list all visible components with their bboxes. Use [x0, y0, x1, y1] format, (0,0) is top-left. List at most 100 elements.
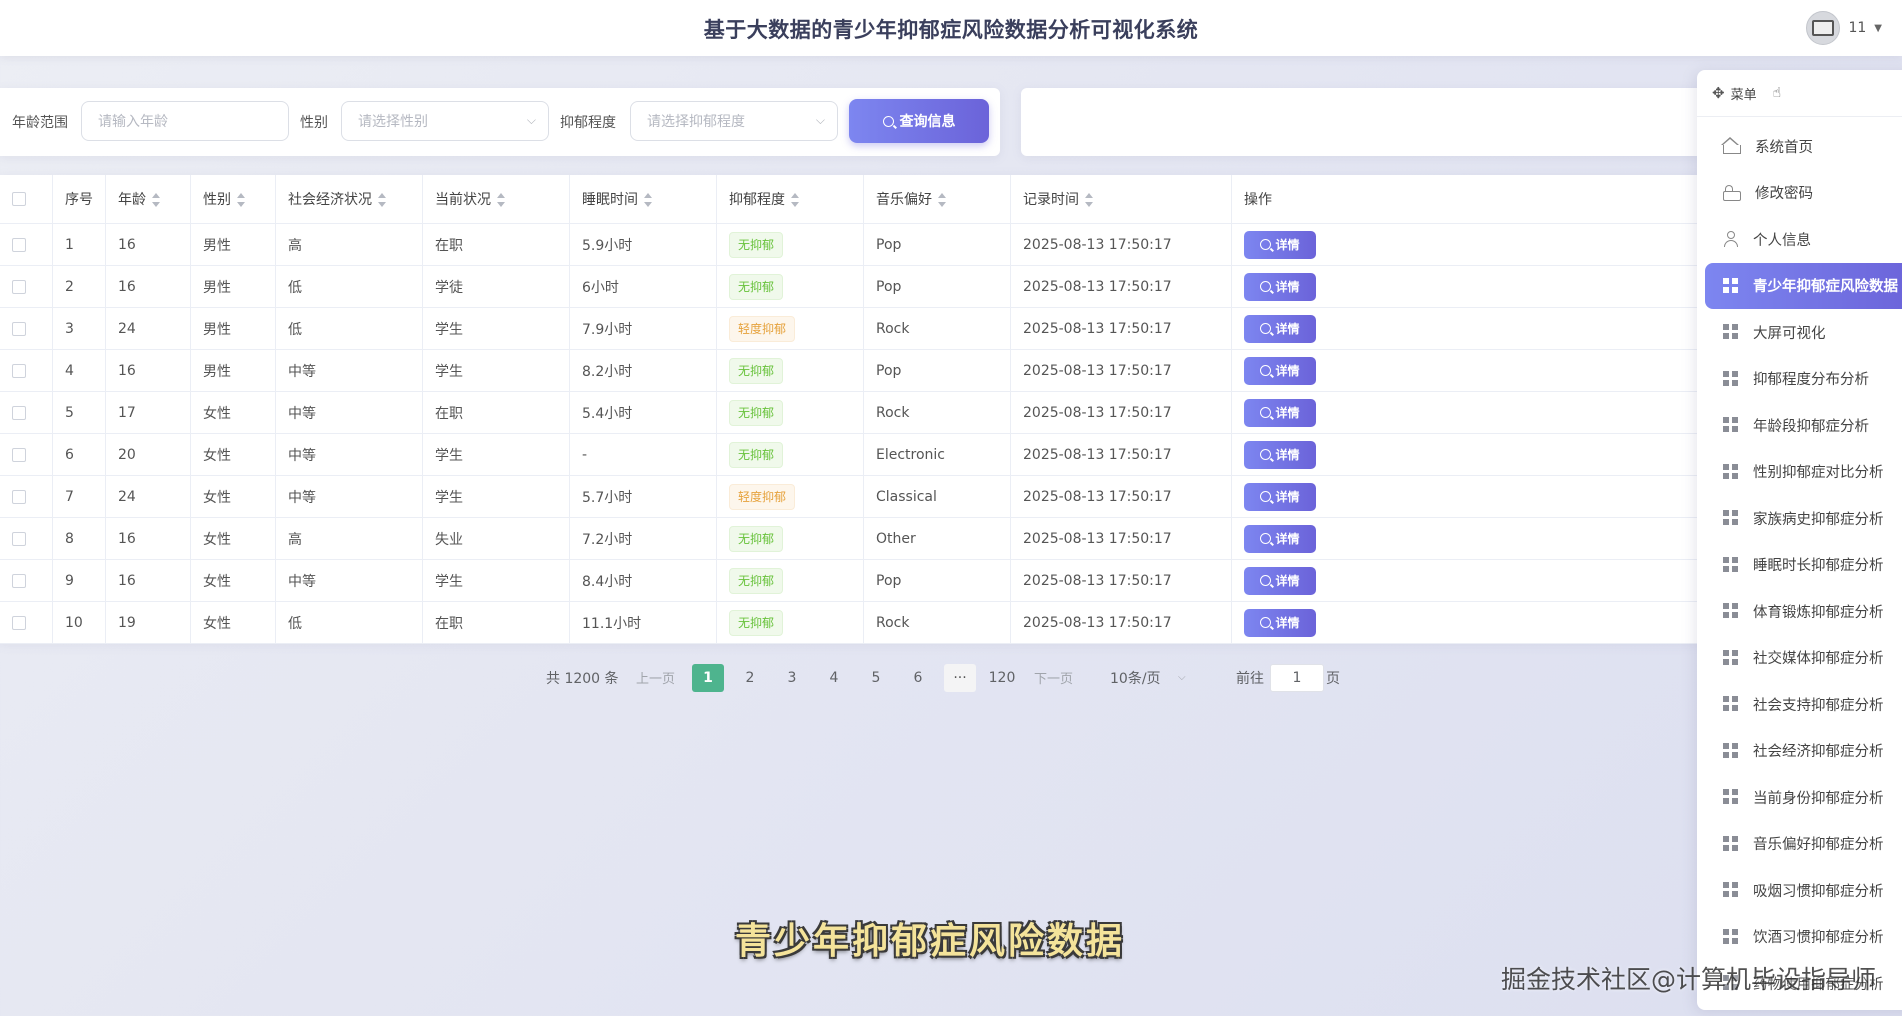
cell-no-text: 1 [65, 236, 74, 253]
sort-icon[interactable] [237, 193, 245, 207]
row-checkbox[interactable] [12, 447, 26, 462]
prev-page-button[interactable]: 上一页 [636, 668, 675, 687]
avatar[interactable] [1806, 11, 1841, 45]
page-4[interactable]: 4 [818, 664, 850, 692]
table-row[interactable]: 8 16 女性 高 失业 7.2小时 无抑郁 Other 2025-08-13 17:50:17… [0, 517, 1700, 560]
detail-button[interactable]: 详情 [1244, 608, 1316, 637]
menu-item[interactable]: 家族病史抑郁症分析 [1697, 495, 1902, 542]
detail-button[interactable]: 详情 [1244, 398, 1316, 427]
user-menu[interactable]: 11 ▼ [1806, 11, 1882, 45]
age-input[interactable]: 请输入年龄 [81, 101, 289, 141]
caret-down-icon[interactable]: ▼ [1874, 23, 1882, 34]
row-checkbox[interactable] [12, 279, 26, 294]
goto-page-input[interactable]: 1 [1270, 664, 1324, 692]
menu-item[interactable]: 社会支持抑郁症分析 [1697, 681, 1902, 728]
cell-music-text: Pop [876, 236, 902, 253]
menu-item[interactable]: 抑郁程度分布分析 [1697, 356, 1902, 403]
menu-item[interactable]: 当前身份抑郁症分析 [1697, 774, 1902, 821]
gender-select[interactable]: 请选择性别 ⌵ [341, 101, 549, 141]
row-checkbox[interactable] [12, 573, 26, 588]
menu-item[interactable]: 社会经济抑郁症分析 [1697, 728, 1902, 775]
menu-item-label: 体育锻炼抑郁症分析 [1753, 604, 1884, 621]
next-page-button[interactable]: 下一页 [1034, 668, 1073, 687]
column-age[interactable]: 年龄 [105, 175, 191, 224]
table-row[interactable]: 7 24 女性 中等 学生 5.7小时 轻度抑郁 Classical 2025-08-13 17… [0, 475, 1700, 518]
detail-button[interactable]: 详情 [1244, 272, 1316, 301]
page-5[interactable]: 5 [860, 664, 892, 692]
detail-button[interactable]: 详情 [1244, 524, 1316, 553]
table-row[interactable]: 2 16 男性 低 学徒 6小时 无抑郁 Pop 2025-08-13 17:50:17 详情 [0, 265, 1700, 308]
menu-item[interactable]: 青少年抑郁症风险数据 [1705, 262, 1902, 309]
row-checkbox[interactable] [12, 615, 26, 630]
move-icon[interactable]: ✥ [1712, 84, 1725, 102]
cell-gender-text: 男性 [203, 321, 231, 338]
sort-icon[interactable] [1085, 193, 1093, 207]
menu-item[interactable]: 社交媒体抑郁症分析 [1697, 635, 1902, 682]
grid-icon [1723, 603, 1739, 620]
detail-button[interactable]: 详情 [1244, 314, 1316, 343]
column-label: 音乐偏好 [876, 192, 932, 208]
detail-button[interactable]: 详情 [1244, 440, 1316, 469]
detail-button[interactable]: 详情 [1244, 356, 1316, 385]
sort-icon[interactable] [152, 193, 160, 207]
row-checkbox[interactable] [12, 237, 26, 252]
page-6[interactable]: 6 [902, 664, 934, 692]
row-checkbox[interactable] [12, 363, 26, 378]
row-checkbox[interactable] [12, 531, 26, 546]
table-row[interactable]: 4 16 男性 中等 学生 8.2小时 无抑郁 Pop 2025-08-13 17:50:17 详… [0, 349, 1700, 392]
detail-button[interactable]: 详情 [1244, 566, 1316, 595]
menu-item[interactable]: 大屏可视化 [1697, 309, 1902, 356]
row-checkbox[interactable] [12, 405, 26, 420]
table-row[interactable]: 10 19 女性 低 在职 11.1小时 无抑郁 Rock 2025-08-13 17:50:1… [0, 601, 1700, 644]
sort-icon[interactable] [938, 193, 946, 207]
table-row[interactable]: 5 17 女性 中等 在职 5.4小时 无抑郁 Rock 2025-08-13 17:50:17… [0, 391, 1700, 434]
table-row[interactable]: 1 16 男性 高 在职 5.9小时 无抑郁 Pop 2025-08-13 17:50:17 详情 [0, 223, 1700, 266]
menu-item[interactable]: 个人信息 [1697, 216, 1902, 263]
chevron-down-icon[interactable]: ⌵ [1178, 672, 1186, 683]
page-3[interactable]: 3 [776, 664, 808, 692]
cell-age-text: 17 [118, 404, 136, 421]
menu-item[interactable]: 系统首页 [1697, 123, 1902, 170]
page-120[interactable]: 120 [986, 664, 1018, 692]
sort-icon[interactable] [644, 193, 652, 207]
menu-item[interactable]: 性别抑郁症对比分析 [1697, 449, 1902, 496]
menu-item[interactable]: 体育锻炼抑郁症分析 [1697, 588, 1902, 635]
search-icon [1260, 617, 1272, 628]
menu-item-label: 音乐偏好抑郁症分析 [1753, 837, 1884, 854]
sort-icon[interactable] [497, 193, 505, 207]
table-row[interactable]: 9 16 女性 中等 学生 8.4小时 无抑郁 Pop 2025-08-13 17:50:17 详… [0, 559, 1700, 602]
cell-no-text: 4 [65, 362, 74, 379]
detail-button[interactable]: 详情 [1244, 230, 1316, 259]
table-row[interactable]: 6 20 女性 中等 学生 - 无抑郁 Electronic 2025-08-13 17:50:… [0, 433, 1700, 476]
column-depression[interactable]: 抑郁程度 [716, 175, 864, 224]
sort-icon[interactable] [378, 193, 386, 207]
column-time[interactable]: 记录时间 [1010, 175, 1232, 224]
row-checkbox[interactable] [12, 321, 26, 336]
cell-no: 7 [52, 475, 106, 518]
column-sleep[interactable]: 睡眠时间 [569, 175, 717, 224]
row-checkbox[interactable] [12, 489, 26, 504]
menu-item[interactable]: 年龄段抑郁症分析 [1697, 402, 1902, 449]
page-1[interactable]: 1 [692, 664, 724, 692]
column-gender[interactable]: 性别 [190, 175, 276, 224]
table-row[interactable]: 3 24 男性 低 学生 7.9小时 轻度抑郁 Rock 2025-08-13 17:50:17… [0, 307, 1700, 350]
column-music[interactable]: 音乐偏好 [863, 175, 1011, 224]
menu-header[interactable]: ✥ 菜单 ☝ [1697, 70, 1902, 117]
more-pages-button[interactable]: ··· [944, 664, 976, 692]
menu-item[interactable]: 修改密码 [1697, 170, 1902, 217]
menu-item-label: 当前身份抑郁症分析 [1753, 790, 1884, 807]
column-status[interactable]: 当前状况 [422, 175, 570, 224]
detail-button[interactable]: 详情 [1244, 482, 1316, 511]
menu-item[interactable]: 睡眠时长抑郁症分析 [1697, 542, 1902, 589]
menu-item[interactable]: 音乐偏好抑郁症分析 [1697, 821, 1902, 868]
menu-item[interactable]: 吸烟习惯抑郁症分析 [1697, 867, 1902, 914]
depression-select[interactable]: 请选择抑郁程度 ⌵ [630, 101, 838, 141]
query-button[interactable]: 查询信息 [849, 99, 989, 143]
sort-icon[interactable] [791, 193, 799, 207]
page-2[interactable]: 2 [734, 664, 766, 692]
detail-button-label: 详情 [1275, 532, 1300, 546]
column-ses[interactable]: 社会经济状况 [275, 175, 423, 224]
page-size-select[interactable]: 10条/页 [1110, 668, 1161, 688]
select-all-checkbox[interactable] [12, 192, 26, 206]
detail-button-label: 详情 [1275, 322, 1300, 336]
